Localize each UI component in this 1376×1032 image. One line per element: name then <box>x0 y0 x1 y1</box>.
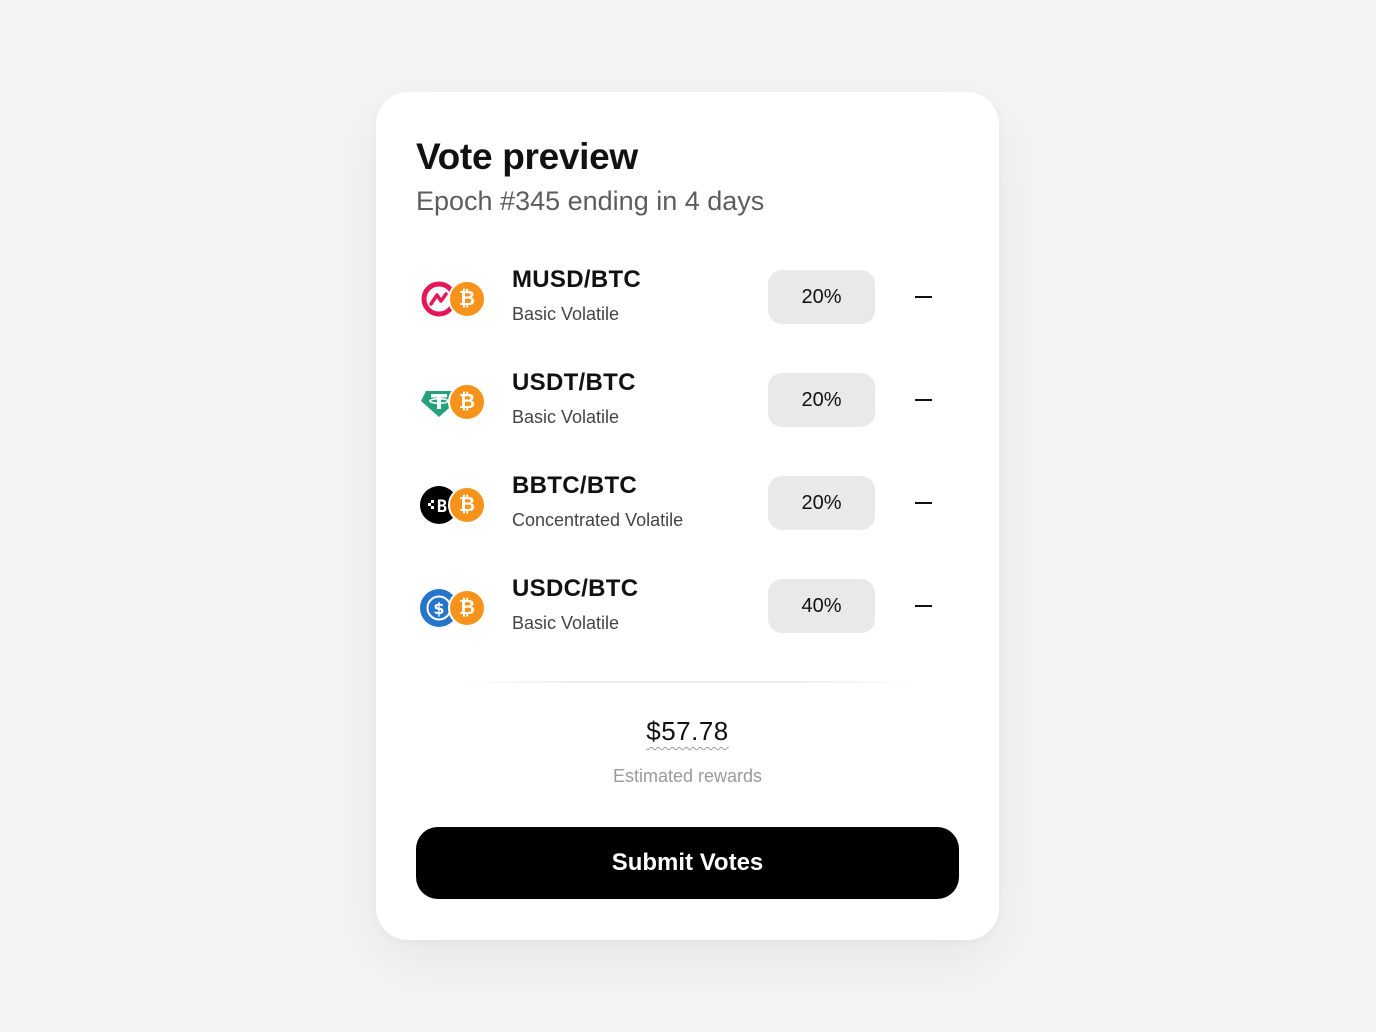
token-pair-icons: B ₿ <box>420 486 486 526</box>
pool-type: Basic Volatile <box>512 613 620 633</box>
pool-row: ₿ MUSD/BTC Basic Volatile 20% <box>416 266 959 336</box>
remove-pool-button[interactable] <box>910 591 936 621</box>
vote-percent-input[interactable]: 20% <box>768 270 875 324</box>
svg-text:$: $ <box>433 599 444 618</box>
vote-percent-input[interactable]: 20% <box>768 476 875 530</box>
estimated-rewards-label: Estimated rewards <box>612 766 763 786</box>
vote-percent-input[interactable]: 40% <box>768 579 875 633</box>
page-title: Vote preview <box>416 136 638 177</box>
pool-row: ₿ USDT/BTC Basic Volatile 20% <box>416 369 959 439</box>
minus-icon <box>914 502 932 504</box>
pool-row: $ ₿ USDC/BTC Basic Volatile 40% <box>416 575 959 645</box>
btc-icon: ₿ <box>448 383 486 421</box>
pool-name: USDT/BTC <box>512 369 636 396</box>
pool-type: Basic Volatile <box>512 407 620 427</box>
pool-name: BBTC/BTC <box>512 472 638 499</box>
divider <box>456 681 919 683</box>
pool-row: B ₿ BBTC/BTC Concentrated Volatile 20% <box>416 472 959 542</box>
svg-text:B: B <box>437 497 447 517</box>
pool-name: USDC/BTC <box>512 575 639 602</box>
btc-icon: ₿ <box>448 486 486 524</box>
token-pair-icons: ₿ <box>420 383 486 423</box>
rewards-amount: $57.78 <box>646 716 729 746</box>
token-pair-icons: $ ₿ <box>420 589 486 629</box>
pool-name: MUSD/BTC <box>512 266 642 293</box>
btc-icon: ₿ <box>448 589 486 627</box>
remove-pool-button[interactable] <box>910 282 936 312</box>
btc-icon: ₿ <box>448 280 486 318</box>
epoch-subtitle: Epoch #345 ending in 4 days <box>416 186 765 216</box>
token-pair-icons: ₿ <box>420 280 486 320</box>
estimated-rewards-value: $57.78 <box>376 716 999 747</box>
minus-icon <box>914 296 932 298</box>
pool-type: Basic Volatile <box>512 304 620 324</box>
pool-type: Concentrated Volatile <box>512 510 684 530</box>
submit-votes-button[interactable]: Submit Votes <box>416 827 959 899</box>
remove-pool-button[interactable] <box>910 385 936 415</box>
remove-pool-button[interactable] <box>910 488 936 518</box>
vote-percent-input[interactable]: 20% <box>768 373 875 427</box>
vote-preview-card: Vote preview Epoch #345 ending in 4 days… <box>376 92 999 940</box>
minus-icon <box>914 605 932 607</box>
minus-icon <box>914 399 932 401</box>
